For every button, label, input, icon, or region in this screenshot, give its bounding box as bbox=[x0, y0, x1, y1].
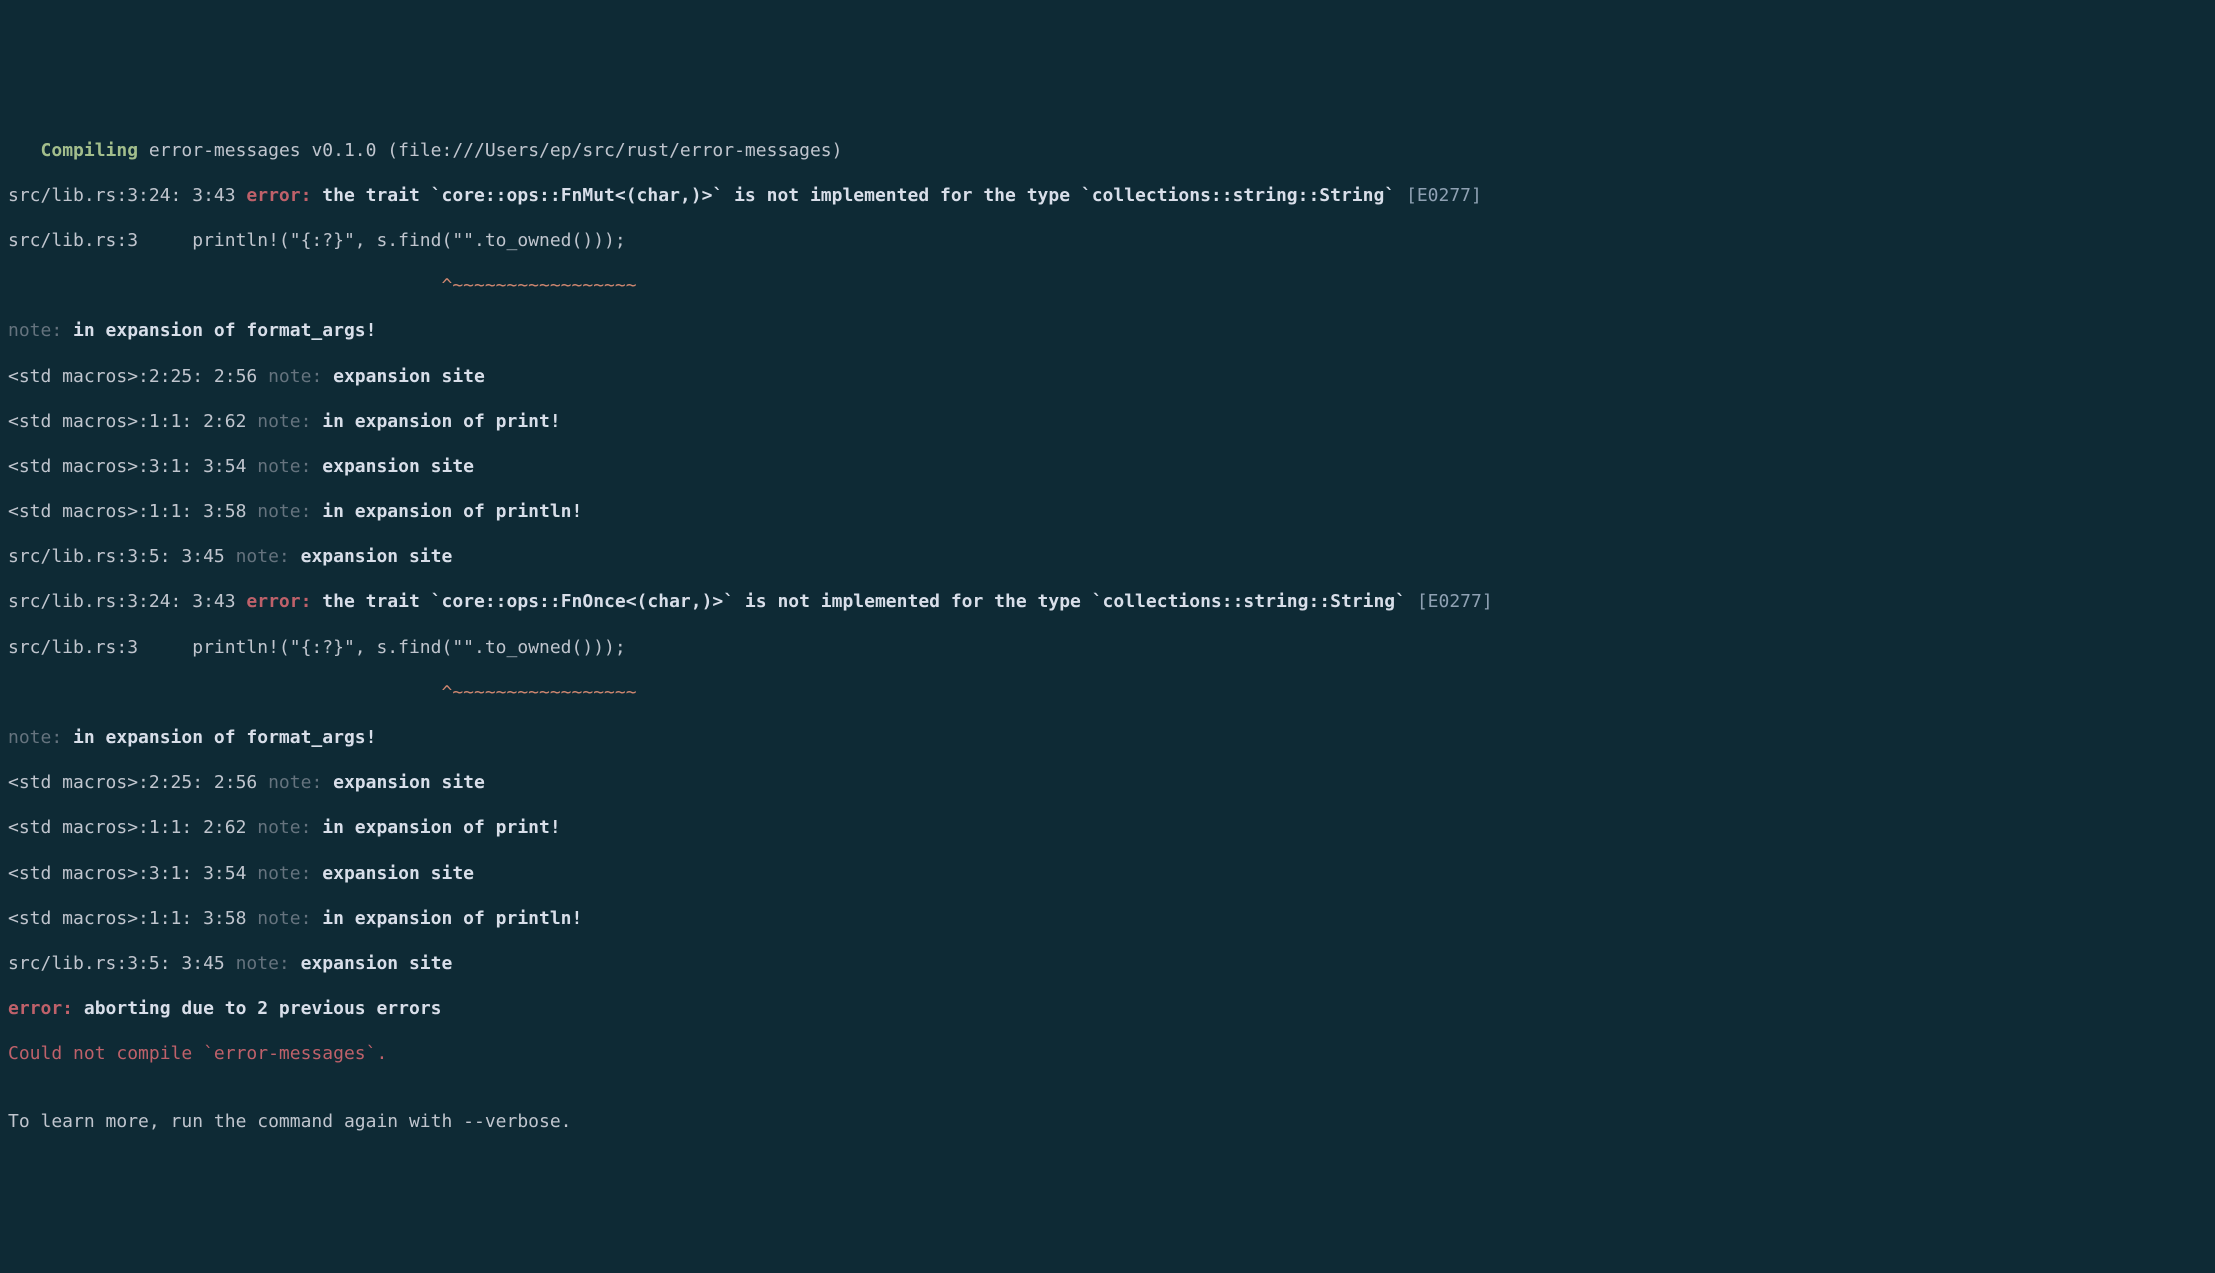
error-1-loc: src/lib.rs:3:24: 3:43 bbox=[8, 185, 246, 206]
note-tag: note: bbox=[8, 320, 62, 341]
could-not-compile-line: Could not compile `error-messages`. bbox=[8, 1043, 2207, 1066]
note-format-args-1: note: in expansion of format_args! bbox=[8, 320, 2207, 343]
note-msg: in expansion of format_args! bbox=[62, 727, 376, 748]
macro-loc: <std macros>:3:1: 3:54 bbox=[8, 863, 257, 884]
error-tag: error: bbox=[246, 185, 311, 206]
note-tag: note: bbox=[236, 546, 290, 567]
note-tag: note: bbox=[268, 772, 322, 793]
source-line-2: src/lib.rs:3 println!("{:?}", s.find("".… bbox=[8, 637, 2207, 660]
error-1-line: src/lib.rs:3:24: 3:43 error: the trait `… bbox=[8, 185, 2207, 208]
macro-loc: <std macros>:3:1: 3:54 bbox=[8, 456, 257, 477]
note-tag: note: bbox=[8, 727, 62, 748]
macro-line: <std macros>:3:1: 3:54 note: expansion s… bbox=[8, 456, 2207, 479]
abort-line: error: aborting due to 2 previous errors bbox=[8, 998, 2207, 1021]
macro-line: <std macros>:1:1: 2:62 note: in expansio… bbox=[8, 411, 2207, 434]
note-tag: note: bbox=[257, 456, 311, 477]
macro-line: src/lib.rs:3:5: 3:45 note: expansion sit… bbox=[8, 953, 2207, 976]
error-code: [E0277] bbox=[1417, 591, 1493, 612]
note-msg: in expansion of print! bbox=[311, 411, 560, 432]
macro-line: <std macros>:2:25: 2:56 note: expansion … bbox=[8, 772, 2207, 795]
error-1-msg: the trait `core::ops::FnMut<(char,)>` is… bbox=[311, 185, 1406, 206]
abort-msg: aborting due to 2 previous errors bbox=[73, 998, 441, 1019]
note-msg: expansion site bbox=[311, 863, 474, 884]
error-tag: error: bbox=[246, 591, 311, 612]
note-msg: expansion site bbox=[311, 456, 474, 477]
macro-loc: <std macros>:1:1: 3:58 bbox=[8, 501, 257, 522]
macro-loc: src/lib.rs:3:5: 3:45 bbox=[8, 546, 236, 567]
note-tag: note: bbox=[268, 366, 322, 387]
note-format-args-2: note: in expansion of format_args! bbox=[8, 727, 2207, 750]
macro-line: <std macros>:1:1: 3:58 note: in expansio… bbox=[8, 908, 2207, 931]
macro-line: <std macros>:3:1: 3:54 note: expansion s… bbox=[8, 863, 2207, 886]
macro-loc: src/lib.rs:3:5: 3:45 bbox=[8, 953, 236, 974]
macro-line: <std macros>:1:1: 2:62 note: in expansio… bbox=[8, 817, 2207, 840]
note-msg: in expansion of format_args! bbox=[62, 320, 376, 341]
note-msg: in expansion of println! bbox=[311, 908, 582, 929]
indent bbox=[8, 140, 41, 161]
note-msg: expansion site bbox=[290, 953, 453, 974]
compile-line: Compiling error-messages v0.1.0 (file://… bbox=[8, 140, 2207, 163]
note-msg: in expansion of println! bbox=[311, 501, 582, 522]
error-2-loc: src/lib.rs:3:24: 3:43 bbox=[8, 591, 246, 612]
note-msg: in expansion of print! bbox=[311, 817, 560, 838]
macro-line: <std macros>:1:1: 3:58 note: in expansio… bbox=[8, 501, 2207, 524]
compiling-tail: error-messages v0.1.0 (file:///Users/ep/… bbox=[138, 140, 842, 161]
source-line-1: src/lib.rs:3 println!("{:?}", s.find("".… bbox=[8, 230, 2207, 253]
learn-more-line: To learn more, run the command again wit… bbox=[8, 1111, 2207, 1134]
note-msg: expansion site bbox=[322, 366, 485, 387]
compiling-label: Compiling bbox=[41, 140, 139, 161]
terminal-output: Compiling error-messages v0.1.0 (file://… bbox=[0, 113, 2215, 1160]
error-2-msg: the trait `core::ops::FnOnce<(char,)>` i… bbox=[311, 591, 1416, 612]
macro-loc: <std macros>:1:1: 3:58 bbox=[8, 908, 257, 929]
macro-loc: <std macros>:2:25: 2:56 bbox=[8, 772, 268, 793]
note-tag: note: bbox=[236, 953, 290, 974]
note-tag: note: bbox=[257, 817, 311, 838]
error-code: [E0277] bbox=[1406, 185, 1482, 206]
error-2-line: src/lib.rs:3:24: 3:43 error: the trait `… bbox=[8, 591, 2207, 614]
macro-loc: <std macros>:1:1: 2:62 bbox=[8, 411, 257, 432]
note-tag: note: bbox=[257, 908, 311, 929]
macro-line: src/lib.rs:3:5: 3:45 note: expansion sit… bbox=[8, 546, 2207, 569]
macro-line: <std macros>:2:25: 2:56 note: expansion … bbox=[8, 366, 2207, 389]
macro-loc: <std macros>:2:25: 2:56 bbox=[8, 366, 268, 387]
macro-loc: <std macros>:1:1: 2:62 bbox=[8, 817, 257, 838]
error-tag: error: bbox=[8, 998, 73, 1019]
note-tag: note: bbox=[257, 501, 311, 522]
note-tag: note: bbox=[257, 863, 311, 884]
caret-line-1: ^~~~~~~~~~~~~~~~~~ bbox=[8, 275, 2207, 298]
note-tag: note: bbox=[257, 411, 311, 432]
note-msg: expansion site bbox=[290, 546, 453, 567]
note-msg: expansion site bbox=[322, 772, 485, 793]
caret-line-2: ^~~~~~~~~~~~~~~~~~ bbox=[8, 682, 2207, 705]
